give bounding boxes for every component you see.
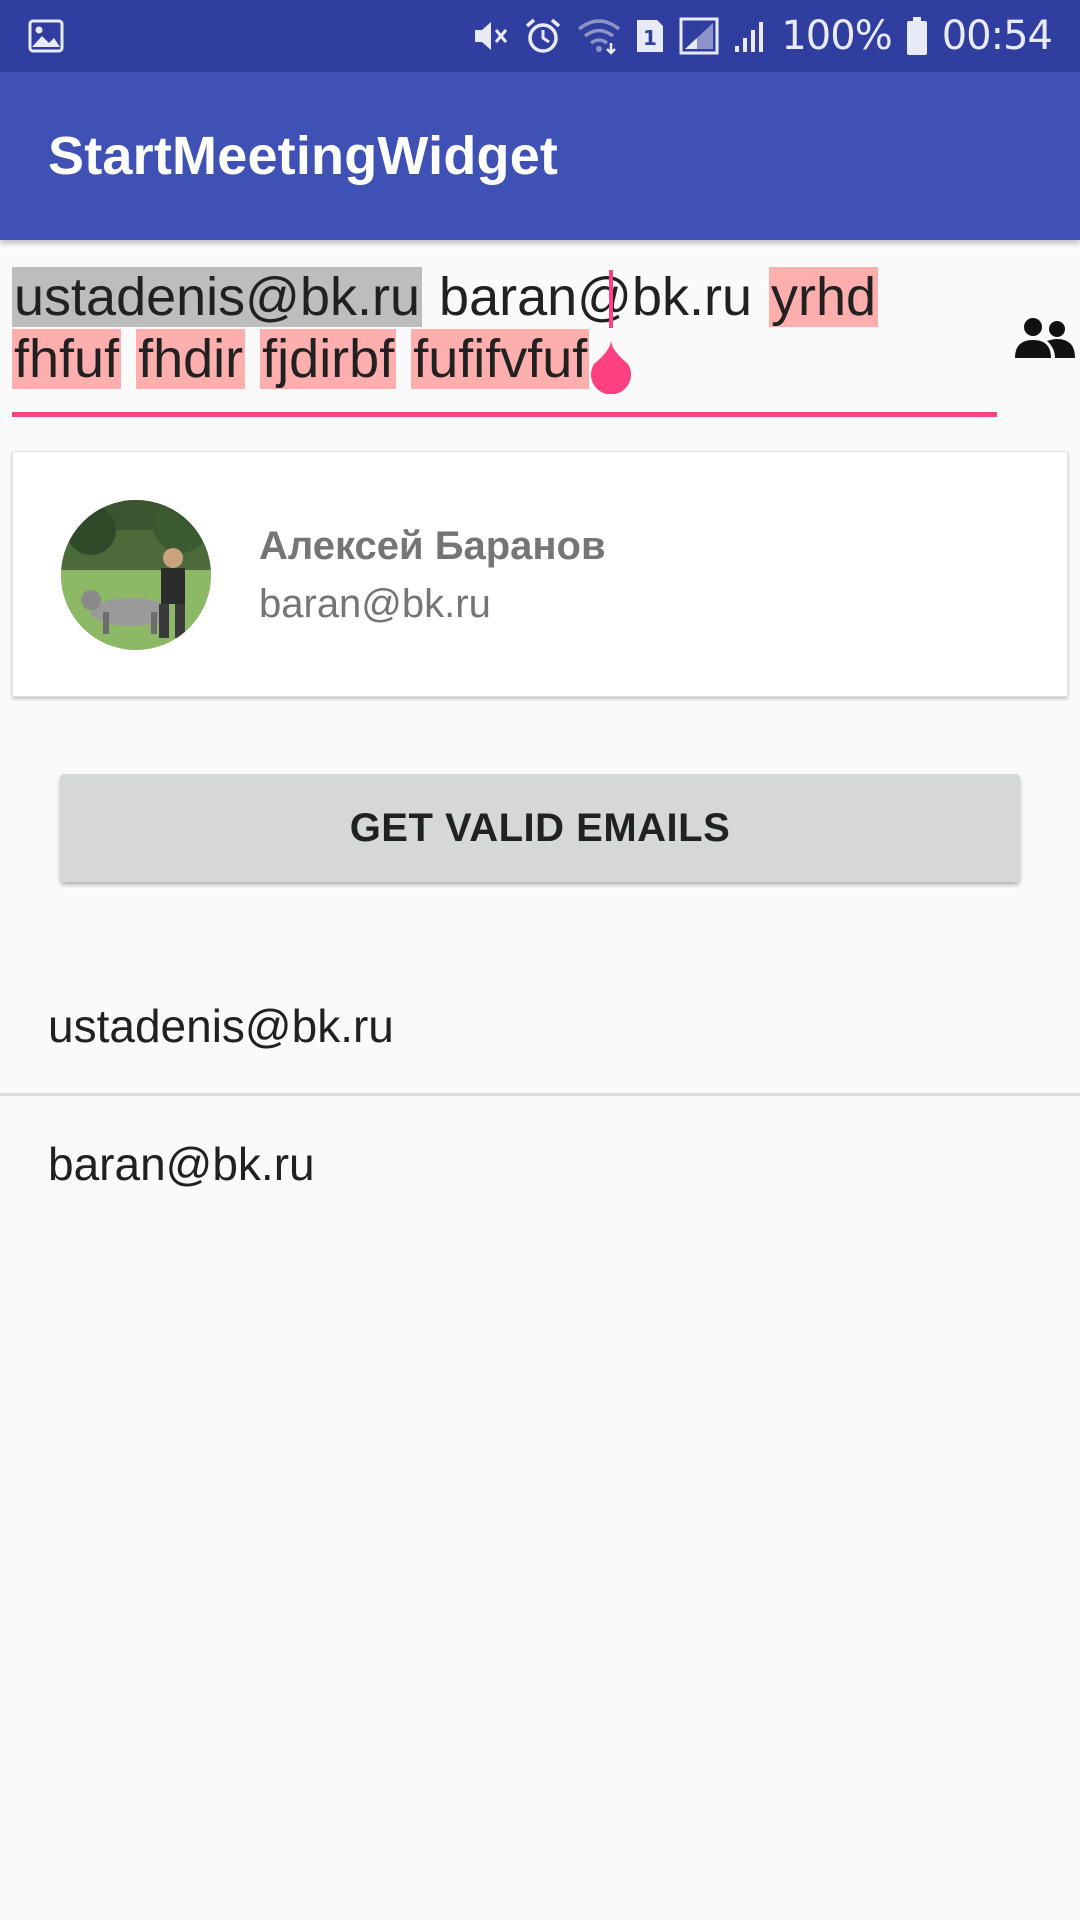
- image-icon: [28, 19, 64, 53]
- list-item[interactable]: ustadenis@bk.ru: [0, 958, 1080, 1093]
- sim1-icon: 1: [635, 18, 665, 54]
- text-cursor: [609, 270, 613, 328]
- people-icon: [1013, 316, 1077, 365]
- recipient-chip[interactable]: fufifvfuf: [411, 329, 590, 389]
- get-valid-emails-button[interactable]: GET VALID EMAILS: [60, 774, 1020, 882]
- wifi-icon: [577, 17, 621, 55]
- avatar: [61, 500, 211, 650]
- contact-email: baran@bk.ru: [259, 582, 491, 626]
- mute-icon: [469, 16, 509, 56]
- contacts-picker-button[interactable]: [1012, 312, 1078, 368]
- signal-icon: [679, 17, 719, 55]
- app-title: StartMeetingWidget: [48, 126, 559, 186]
- battery-icon: [906, 16, 928, 56]
- input-underline: [12, 412, 997, 417]
- sim-badge-number: 1: [643, 26, 657, 50]
- cursor-handle[interactable]: [588, 338, 634, 395]
- battery-percent: 100%: [781, 13, 892, 59]
- signal-bars-icon: [733, 18, 767, 54]
- recipient-chip[interactable]: yrhd: [769, 267, 879, 327]
- recipient-chip[interactable]: fhfuf: [12, 329, 122, 389]
- recipient-chip[interactable]: baran@bk.ru: [437, 267, 754, 327]
- app-bar: StartMeetingWidget: [0, 72, 1080, 240]
- recipients-input-area: ustadenis@bk.ru baran@bk.ru yrhd fhfuf f…: [0, 240, 1080, 430]
- clock: 00:54: [941, 13, 1053, 59]
- valid-emails-list: ustadenis@bk.ru baran@bk.ru: [0, 958, 1080, 1231]
- status-bar: 1 100% 00:54: [0, 0, 1080, 72]
- recipient-chip[interactable]: ustadenis@bk.ru: [12, 267, 423, 327]
- alarm-icon: [523, 16, 563, 56]
- list-item[interactable]: baran@bk.ru: [0, 1096, 1080, 1231]
- contact-name: Алексей Баранов: [259, 524, 606, 568]
- recipient-chip[interactable]: fjdirbf: [260, 329, 397, 389]
- contact-suggestion-card[interactable]: Алексей Баранов baran@bk.ru: [12, 451, 1068, 697]
- recipient-chip[interactable]: fhdir: [136, 329, 246, 389]
- recipients-input[interactable]: ustadenis@bk.ru baran@bk.ru yrhd fhfuf f…: [12, 266, 997, 416]
